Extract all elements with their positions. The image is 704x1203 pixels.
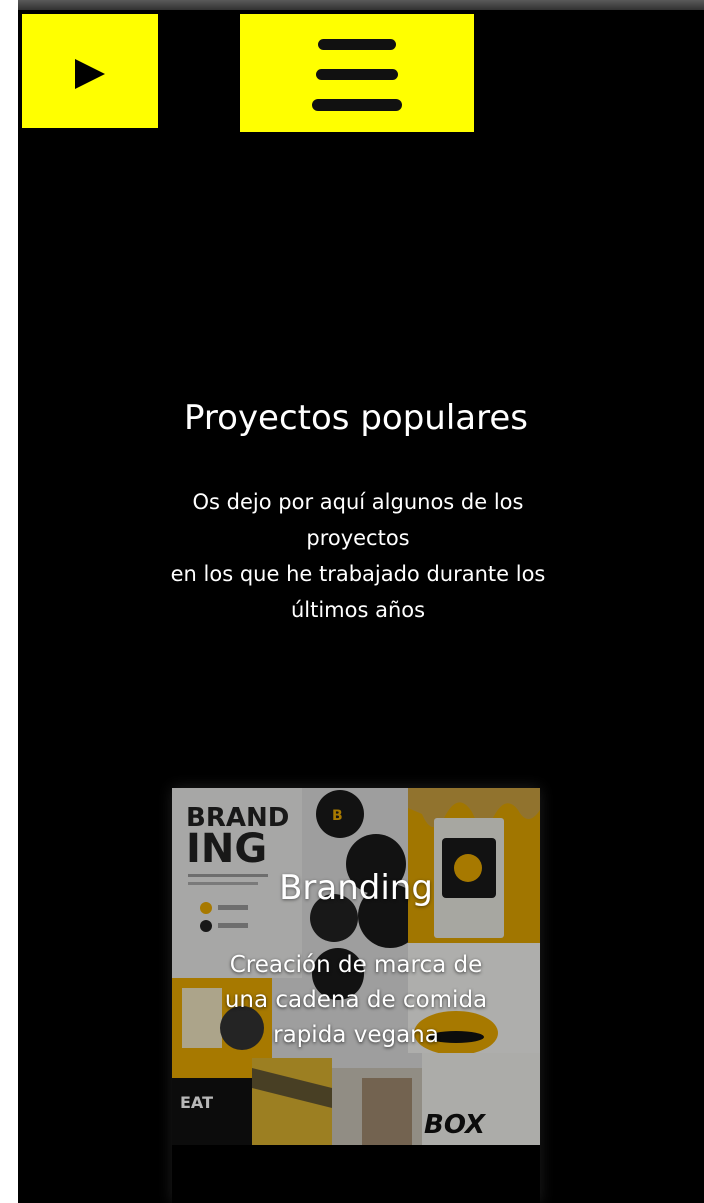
project-thumbnail: BRAND ING B EAT BOX Branding Creación de…: [172, 788, 540, 1145]
intro-line: proyectos: [306, 526, 410, 550]
browser-frame: Proyectos populares Os dejo por aquí alg…: [0, 0, 704, 1203]
menu-button[interactable]: [240, 14, 474, 132]
play-button[interactable]: [22, 14, 158, 128]
section-intro: Os dejo por aquí algunos de los proyecto…: [113, 484, 603, 628]
intro-line: en los que he trabajado durante los: [170, 562, 546, 586]
section-title: Proyectos populares: [184, 398, 528, 438]
play-icon: [75, 59, 105, 89]
page-viewport: Proyectos populares Os dejo por aquí alg…: [18, 10, 704, 1203]
project-title: Branding: [279, 868, 433, 908]
project-card-footer: [172, 1145, 540, 1203]
intro-line: últimos años: [290, 598, 426, 622]
project-card-branding[interactable]: BRAND ING B EAT BOX Branding Creación de…: [172, 788, 540, 1203]
project-description: Creación de marca de una cadena de comid…: [224, 952, 488, 1048]
intro-line: Os dejo por aquí algunos de los: [192, 490, 524, 514]
